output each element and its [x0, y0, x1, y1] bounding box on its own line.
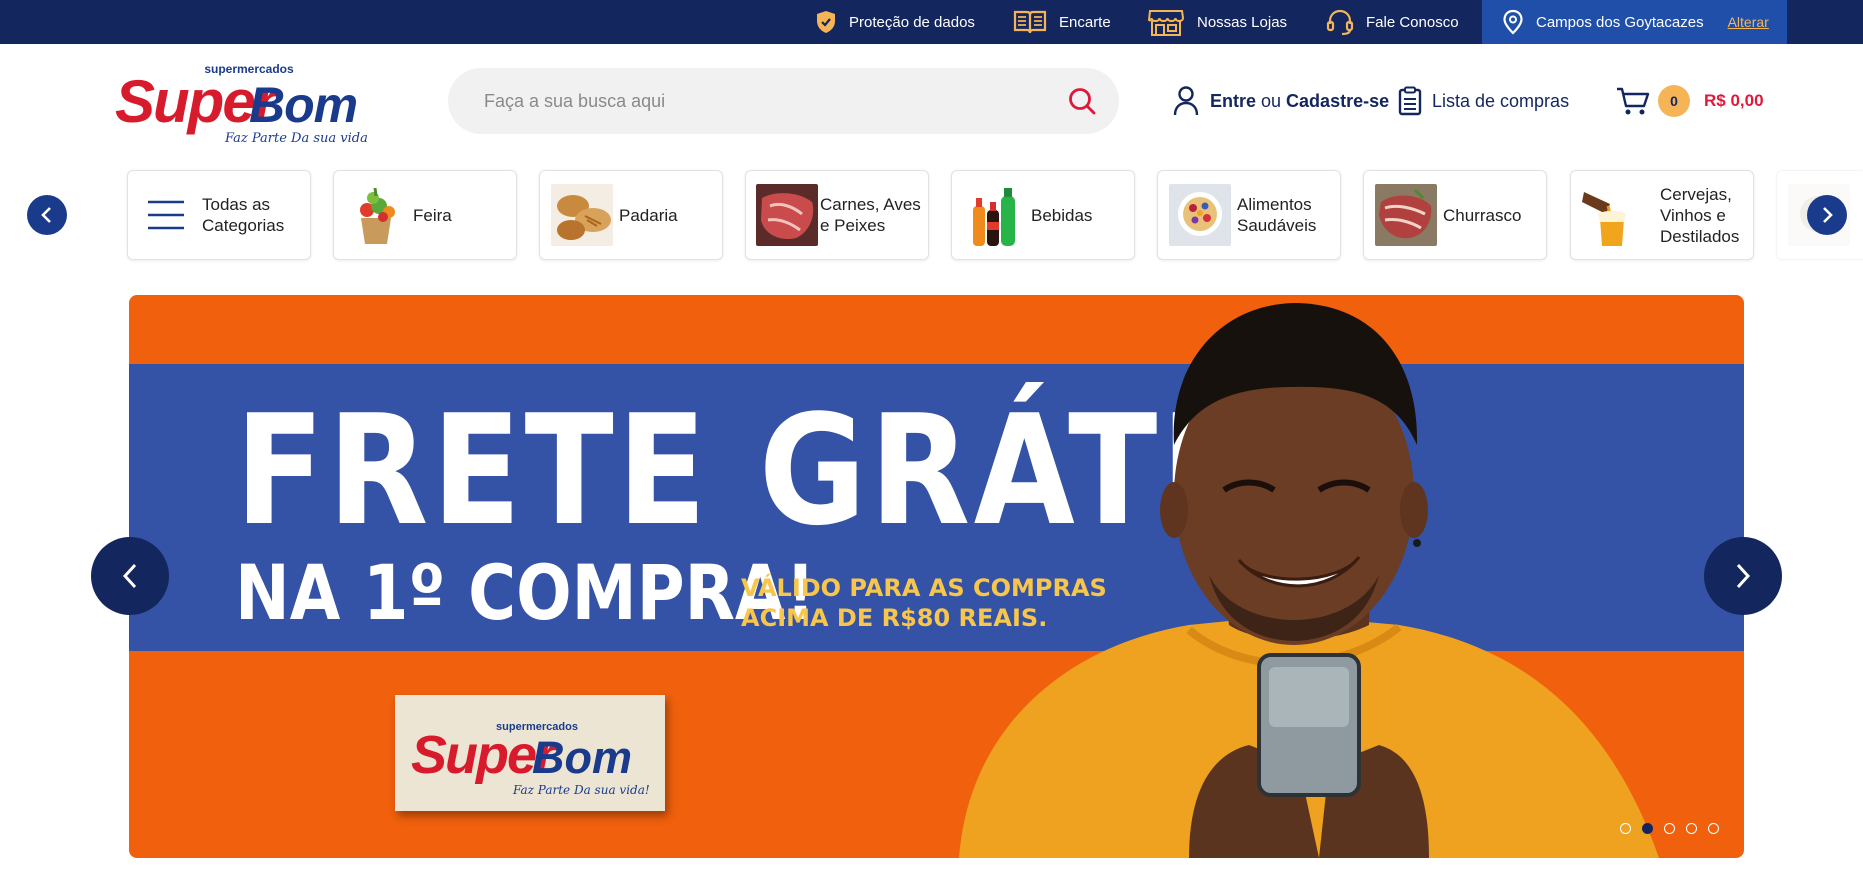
category-churrasco[interactable]: Churrasco — [1363, 170, 1547, 260]
logo-graphic: supermercados Super Bom Faz Parte Da sua… — [115, 62, 373, 146]
change-location-link[interactable]: Alterar — [1728, 14, 1769, 30]
chevron-left-icon — [122, 563, 137, 589]
category-label: Cervejas, Vinhos e Destilados — [1660, 184, 1740, 246]
banner-logo-bom: Bom — [532, 732, 632, 783]
user-icon — [1173, 86, 1199, 116]
search-input[interactable] — [484, 68, 1044, 134]
category-all[interactable]: Todas as Categorias — [127, 170, 311, 260]
category-label: Churrasco — [1443, 205, 1522, 225]
category-label: Padaria — [619, 205, 678, 225]
search-icon — [1069, 88, 1096, 115]
banner-dot-1[interactable] — [1620, 823, 1631, 834]
topbar-item-nossas-lojas[interactable]: Nossas Lojas — [1147, 0, 1287, 44]
cervejas-image — [1582, 184, 1644, 246]
hamburger-menu-icon — [148, 200, 184, 230]
banner-logo-tagline: Faz Parte Da sua vida! — [512, 783, 650, 797]
location-selector: Campos dos Goytacazes Alterar — [1482, 0, 1787, 44]
chevron-left-icon — [41, 207, 51, 223]
category-label: Todas as Categorias — [202, 195, 285, 235]
banner-prev-button[interactable] — [91, 537, 169, 615]
account-login[interactable]: Entre ou Cadastre-se — [1172, 84, 1389, 118]
topbar-item-fale-conosco[interactable]: Fale Conosco — [1326, 0, 1459, 44]
location-city: Campos dos Goytacazes — [1536, 13, 1704, 31]
category-label: Carnes, Aves e Peixes — [820, 195, 921, 235]
banner-subheadline: NA 1º COMPRA! — [235, 548, 816, 637]
topbar-item-data-protection[interactable]: Proteção de dados — [815, 0, 975, 44]
open-book-icon — [1013, 10, 1047, 34]
category-cervejas[interactable]: Cervejas, Vinhos e Destilados — [1570, 170, 1754, 260]
alimentos-saudaveis-image — [1169, 184, 1231, 246]
category-prev-button[interactable] — [27, 195, 67, 235]
bebidas-image — [963, 184, 1025, 246]
store-icon — [1147, 10, 1185, 36]
cart-icon — [1617, 87, 1650, 115]
banner-person-image — [959, 303, 1659, 858]
shopping-list-label: Lista de compras — [1432, 90, 1570, 111]
shield-check-icon — [817, 11, 835, 33]
banner-pagination — [1620, 823, 1730, 834]
cart-count-badge: 0 — [1658, 85, 1690, 117]
headset-icon — [1326, 9, 1354, 36]
category-label: Feira — [413, 205, 452, 225]
banner-next-button[interactable] — [1704, 537, 1782, 615]
clipboard-list-icon — [1398, 86, 1422, 116]
category-alimentos-saudaveis[interactable]: Alimentos Saudáveis — [1157, 170, 1341, 260]
register-link[interactable]: Cadastre-se — [1286, 91, 1389, 112]
padaria-image — [551, 184, 613, 246]
map-pin-icon — [1503, 9, 1523, 35]
carnes-image — [756, 184, 818, 246]
banner-dot-5[interactable] — [1708, 823, 1719, 834]
topbar-item-label: Fale Conosco — [1366, 13, 1459, 31]
category-padaria[interactable]: Padaria — [539, 170, 723, 260]
banner-logo-card: supermercados Super Bom Faz Parte Da sua… — [395, 695, 665, 811]
shopping-list-link[interactable]: Lista de compras — [1398, 84, 1569, 118]
banner-dot-4[interactable] — [1686, 823, 1697, 834]
logo-tagline: Faz Parte Da sua vida! — [224, 131, 368, 146]
banner-logo-graphic: supermercados Super Bom Faz Parte Da sua… — [411, 721, 650, 797]
banner-dot-3[interactable] — [1664, 823, 1675, 834]
logo-bom-text: Bom — [249, 77, 357, 133]
category-label: Bebidas — [1031, 205, 1093, 225]
category-bebidas[interactable]: Bebidas — [951, 170, 1135, 260]
topbar-item-label: Proteção de dados — [849, 13, 975, 31]
superbom-logo[interactable]: supermercados Super Bom Faz Parte Da sua… — [113, 56, 373, 146]
category-feira[interactable]: Feira — [333, 170, 517, 260]
feira-image — [345, 184, 407, 246]
login-link[interactable]: Entre — [1210, 91, 1256, 112]
churrasco-image — [1375, 184, 1437, 246]
chevron-right-icon — [1736, 563, 1751, 589]
search-button[interactable] — [1067, 86, 1097, 116]
cart-button[interactable]: 0 R$ 0,00 — [1616, 82, 1764, 120]
top-utility-bar: Proteção de dados Encarte Nossas Lojas F… — [0, 0, 1863, 44]
topbar-item-label: Nossas Lojas — [1197, 13, 1288, 31]
promo-banner[interactable]: FRETE GRÁTIS NA 1º COMPRA! VÁLIDO PARA A… — [129, 295, 1744, 858]
category-next-button[interactable] — [1807, 195, 1847, 235]
banner-dot-2[interactable] — [1642, 823, 1653, 834]
category-carnes[interactable]: Carnes, Aves e Peixes — [745, 170, 929, 260]
account-or-text: ou — [1261, 90, 1282, 111]
cart-total: R$ 0,00 — [1704, 91, 1764, 110]
topbar-item-label: Encarte — [1059, 13, 1111, 31]
chevron-right-icon — [1823, 207, 1833, 223]
topbar-item-encarte[interactable]: Encarte — [1013, 0, 1111, 44]
category-label: Alimentos Saudáveis — [1237, 195, 1317, 235]
search-bar — [448, 68, 1119, 134]
